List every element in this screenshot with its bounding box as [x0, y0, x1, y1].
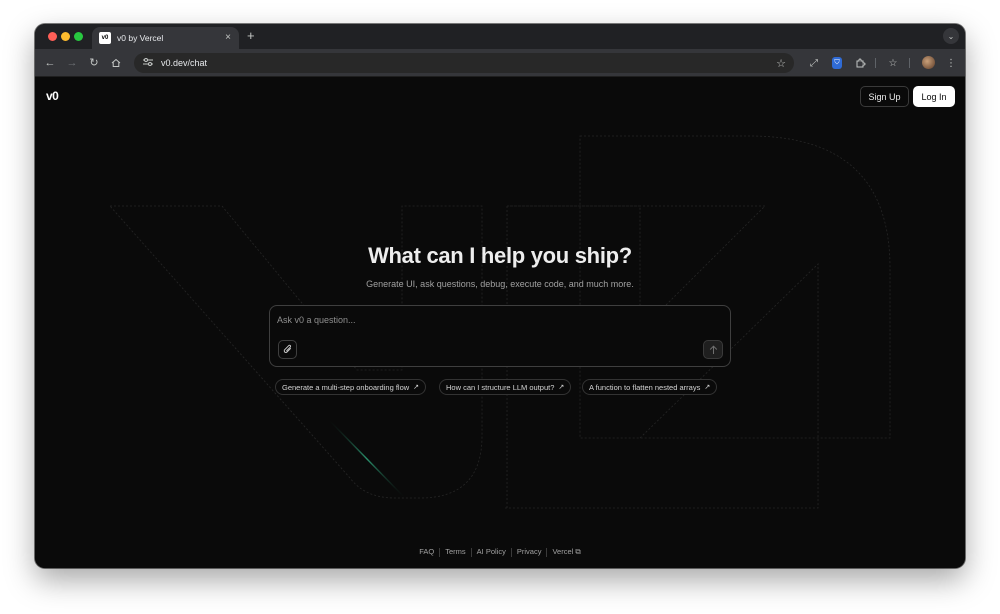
bitwarden-shield-icon[interactable]: ⛉: [832, 57, 842, 69]
suggestion-label: How can I structure LLM output?: [446, 382, 555, 392]
profile-avatar[interactable]: [922, 56, 935, 69]
login-button[interactable]: Log In: [913, 86, 955, 107]
send-button[interactable]: [703, 340, 723, 359]
suggestion-chip[interactable]: Generate a multi-step onboarding flow ↗: [275, 379, 427, 395]
prompt-box: [269, 305, 731, 367]
expand-icon[interactable]: ⤢: [806, 55, 822, 71]
url-text[interactable]: v0.dev/chat: [161, 58, 776, 68]
footer-link-terms[interactable]: Terms: [440, 547, 470, 556]
attach-button[interactable]: [278, 340, 297, 359]
page-content: v0 Sign Up Log In What can I help you sh…: [35, 78, 965, 568]
footer-link-faq[interactable]: FAQ: [414, 547, 439, 556]
home-icon[interactable]: [108, 55, 124, 71]
minimize-window-button[interactable]: [61, 32, 70, 41]
tab-title: v0 by Vercel: [117, 33, 164, 43]
tab-search-icon[interactable]: ⌄: [943, 28, 959, 44]
suggestion-chip[interactable]: A function to flatten nested arrays ↗: [582, 379, 718, 395]
signup-button[interactable]: Sign Up: [860, 86, 909, 107]
footer: FAQ Terms AI Policy Privacy Vercel ⧉: [35, 547, 965, 557]
back-icon[interactable]: ←: [42, 55, 58, 71]
address-bar[interactable]: v0.dev/chat ☆: [134, 53, 794, 73]
arrow-up-right-icon: ↗: [558, 384, 565, 391]
toolbar-divider: [875, 58, 876, 68]
page-title: What can I help you ship?: [368, 243, 632, 268]
browser-window: v0 v0 by Vercel × + ⌄ ← → ↻ v0.dev/chat …: [35, 24, 965, 568]
bookmarks-star-icon[interactable]: ☆: [885, 55, 901, 71]
page-subtitle: Generate UI, ask questions, debug, execu…: [366, 279, 634, 289]
prompt-input[interactable]: [277, 312, 717, 328]
site-settings-icon[interactable]: [142, 58, 154, 68]
tab-close-icon[interactable]: ×: [225, 33, 231, 43]
footer-link-privacy[interactable]: Privacy: [512, 547, 547, 556]
footer-link-ai-policy[interactable]: AI Policy: [472, 547, 511, 556]
paperclip-icon: [283, 344, 291, 353]
forward-icon[interactable]: →: [64, 55, 80, 71]
browser-tab[interactable]: v0 v0 by Vercel ×: [92, 27, 239, 49]
toolbar-divider: [909, 58, 910, 68]
browser-toolbar: ← → ↻ v0.dev/chat ☆ ⤢ ⛉ ☆ ⋮: [35, 49, 965, 77]
external-link-icon: ⧉: [575, 547, 581, 556]
arrow-up-icon: [709, 344, 717, 354]
suggestion-label: Generate a multi-step onboarding flow: [282, 382, 410, 392]
footer-link-vercel-label: Vercel: [552, 547, 574, 556]
close-window-button[interactable]: [48, 32, 57, 41]
tab-strip: v0 v0 by Vercel × + ⌄: [35, 24, 965, 49]
arrow-up-right-icon: ↗: [413, 384, 420, 391]
maximize-window-button[interactable]: [74, 32, 83, 41]
suggestion-chip[interactable]: How can I structure LLM output? ↗: [439, 379, 572, 395]
bookmark-star-icon[interactable]: ☆: [776, 57, 786, 70]
v0-logo[interactable]: v0: [46, 89, 59, 103]
footer-link-vercel[interactable]: Vercel ⧉: [547, 547, 585, 556]
suggestion-label: A function to flatten nested arrays: [589, 382, 701, 392]
tab-favicon-icon: v0: [99, 32, 111, 44]
new-tab-icon[interactable]: +: [247, 29, 255, 42]
reload-icon[interactable]: ↻: [86, 55, 102, 71]
suggestion-chips: Generate a multi-step onboarding flow ↗ …: [35, 379, 965, 395]
arrow-up-right-icon: ↗: [704, 384, 711, 391]
extensions-puzzle-icon[interactable]: [852, 55, 868, 71]
more-menu-icon[interactable]: ⋮: [943, 55, 959, 71]
